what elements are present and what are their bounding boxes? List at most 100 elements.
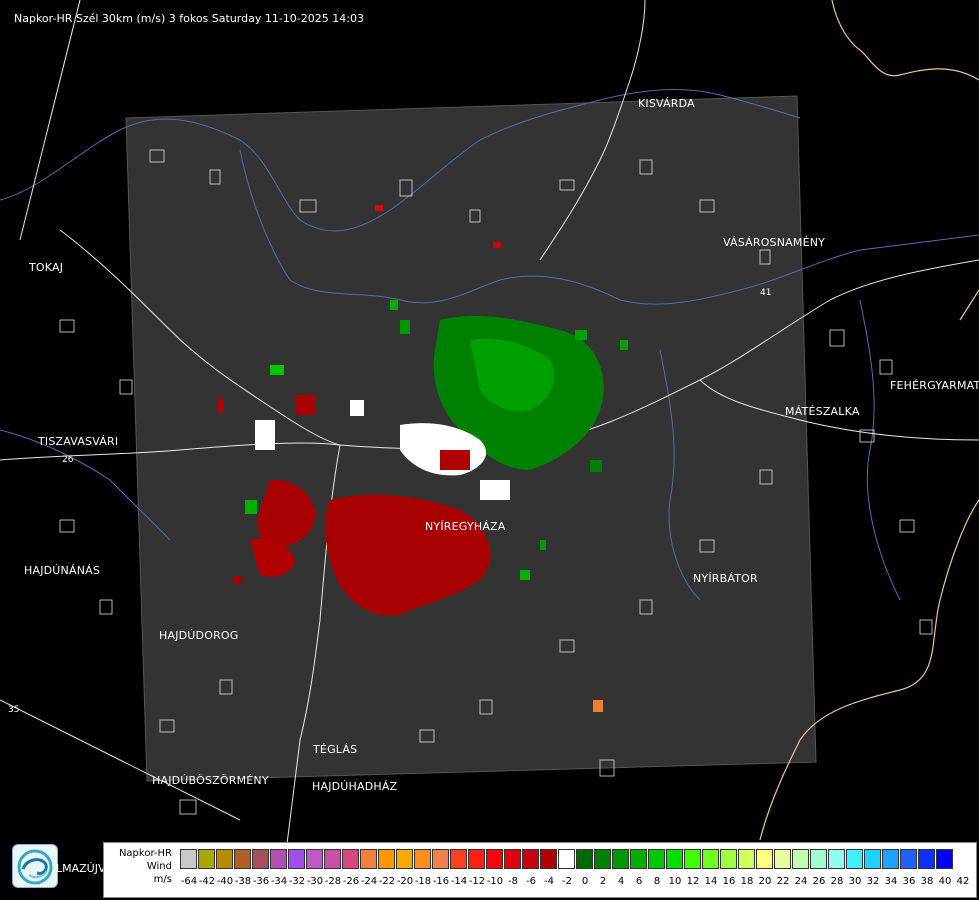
legend-swatch bbox=[738, 849, 755, 869]
legend-tick: 22 bbox=[776, 876, 790, 887]
legend-swatch bbox=[576, 849, 593, 869]
legend-swatch bbox=[540, 849, 557, 869]
town-hajdunanas: HAJDÚNÁNÁS bbox=[24, 564, 101, 577]
legend-swatch bbox=[180, 849, 197, 869]
legend-tick: 6 bbox=[635, 876, 643, 887]
legend-swatch bbox=[666, 849, 683, 869]
legend-tick: -28 bbox=[324, 876, 342, 887]
legend-swatch bbox=[882, 849, 899, 869]
legend-tick: -8 bbox=[508, 876, 518, 887]
legend-swatch bbox=[396, 849, 413, 869]
legend-tick: 38 bbox=[920, 876, 934, 887]
legend-tick: 32 bbox=[866, 876, 880, 887]
legend-tick: -40 bbox=[216, 876, 234, 887]
legend-tick: -32 bbox=[288, 876, 306, 887]
legend-swatch bbox=[558, 849, 575, 869]
legend-swatch bbox=[360, 849, 377, 869]
legend-swatch bbox=[468, 849, 485, 869]
legend-tick: 4 bbox=[617, 876, 625, 887]
legend-swatch bbox=[270, 849, 287, 869]
town-tiszavasvari: TISZAVASVÁRI bbox=[38, 435, 119, 448]
legend-tick: 12 bbox=[686, 876, 700, 887]
road-label-26: 26 bbox=[62, 455, 74, 465]
legend-swatch bbox=[918, 849, 935, 869]
legend-tick: 28 bbox=[830, 876, 844, 887]
legend-swatch bbox=[414, 849, 431, 869]
legend-tick: -4 bbox=[544, 876, 554, 887]
legend-swatch bbox=[252, 849, 269, 869]
legend-tick: -2 bbox=[562, 876, 572, 887]
town-hajduboszormeny: HAJDÚBÖSZÖRMÉNY bbox=[152, 774, 269, 787]
legend-swatch bbox=[612, 849, 629, 869]
legend-tick: 2 bbox=[599, 876, 607, 887]
legend-swatch bbox=[702, 849, 719, 869]
legend-swatch bbox=[846, 849, 863, 869]
town-nyirbator: NYÍRBÁTOR bbox=[693, 572, 758, 585]
legend-tick: 20 bbox=[758, 876, 772, 887]
legend-swatch bbox=[864, 849, 881, 869]
town-vasarosnameny: VÁSÁROSNAMÉNY bbox=[723, 236, 826, 249]
legend-tick: -6 bbox=[526, 876, 536, 887]
legend-tick: -16 bbox=[432, 876, 450, 887]
legend-swatch bbox=[432, 849, 449, 869]
legend-tick: -64 bbox=[180, 876, 198, 887]
legend-tick: -42 bbox=[198, 876, 216, 887]
legend-tick: 24 bbox=[794, 876, 808, 887]
legend-ticks: -64 -42 -40 -38 -36 -34 -32 -30 -28 -26 -24 -22 -20-… bbox=[180, 876, 979, 890]
legend-swatch bbox=[306, 849, 323, 869]
town-teglas: TÉGLÁS bbox=[313, 743, 358, 756]
road-label-35: 35 bbox=[8, 705, 19, 715]
legend-tick: -22 bbox=[378, 876, 396, 887]
legend-swatch bbox=[810, 849, 827, 869]
legend-tick: 8 bbox=[653, 876, 661, 887]
legend-tick: 14 bbox=[704, 876, 718, 887]
logo bbox=[12, 844, 58, 888]
radar-map: 26 41 35 bbox=[0, 0, 979, 861]
town-hajduhadhaz: HAJDÚHADHÁZ bbox=[312, 780, 398, 793]
legend-line2: Wind bbox=[146, 861, 172, 872]
legend-tick: 36 bbox=[902, 876, 916, 887]
legend-swatch bbox=[630, 849, 647, 869]
legend-tick: 16 bbox=[722, 876, 736, 887]
legend-swatch bbox=[648, 849, 665, 869]
legend-swatch bbox=[720, 849, 737, 869]
legend-swatch bbox=[792, 849, 809, 869]
legend-swatch bbox=[378, 849, 395, 869]
legend-tick: -34 bbox=[270, 876, 288, 887]
legend-swatch bbox=[288, 849, 305, 869]
legend-title: Napkor-HR Wind m/s bbox=[108, 847, 172, 886]
legend-swatch bbox=[486, 849, 503, 869]
legend-tick: -36 bbox=[252, 876, 270, 887]
legend-tick: -12 bbox=[468, 876, 486, 887]
legend-swatches bbox=[180, 849, 954, 869]
legend-swatch bbox=[522, 849, 539, 869]
legend-swatch bbox=[342, 849, 359, 869]
legend-tick: -18 bbox=[414, 876, 432, 887]
legend-swatch bbox=[936, 849, 953, 869]
legend-tick: -10 bbox=[486, 876, 504, 887]
legend-unit: m/s bbox=[153, 874, 172, 885]
town-tokaj: TOKAJ bbox=[29, 261, 64, 274]
legend-tick: 0 bbox=[581, 876, 589, 887]
road-label-41: 41 bbox=[760, 288, 771, 298]
legend-tick: -38 bbox=[234, 876, 252, 887]
legend-tick: -24 bbox=[360, 876, 378, 887]
town-hajdudorog: HAJDÚDOROG bbox=[159, 629, 239, 642]
legend-line1: Napkor-HR bbox=[118, 848, 172, 859]
legend-swatch bbox=[234, 849, 251, 869]
legend-tick: 34 bbox=[884, 876, 898, 887]
town-fehergyarmat: FEHÉRGYARMAT bbox=[890, 379, 979, 392]
legend-swatch bbox=[774, 849, 791, 869]
legend-tick: 30 bbox=[848, 876, 862, 887]
legend-swatch bbox=[900, 849, 917, 869]
map-title: Napkor-HR Szél 30km (m/s) 3 fokos Saturd… bbox=[14, 12, 364, 25]
legend-swatch bbox=[684, 849, 701, 869]
legend-swatch bbox=[828, 849, 845, 869]
town-kisvarda: KISVÁRDA bbox=[638, 97, 695, 110]
legend-swatch bbox=[450, 849, 467, 869]
town-mateszalka: MÁTÉSZALKA bbox=[785, 405, 860, 418]
legend-tick: -30 bbox=[306, 876, 324, 887]
legend-tick: 42 bbox=[956, 876, 970, 887]
legend-swatch bbox=[198, 849, 215, 869]
legend-tick: -26 bbox=[342, 876, 360, 887]
